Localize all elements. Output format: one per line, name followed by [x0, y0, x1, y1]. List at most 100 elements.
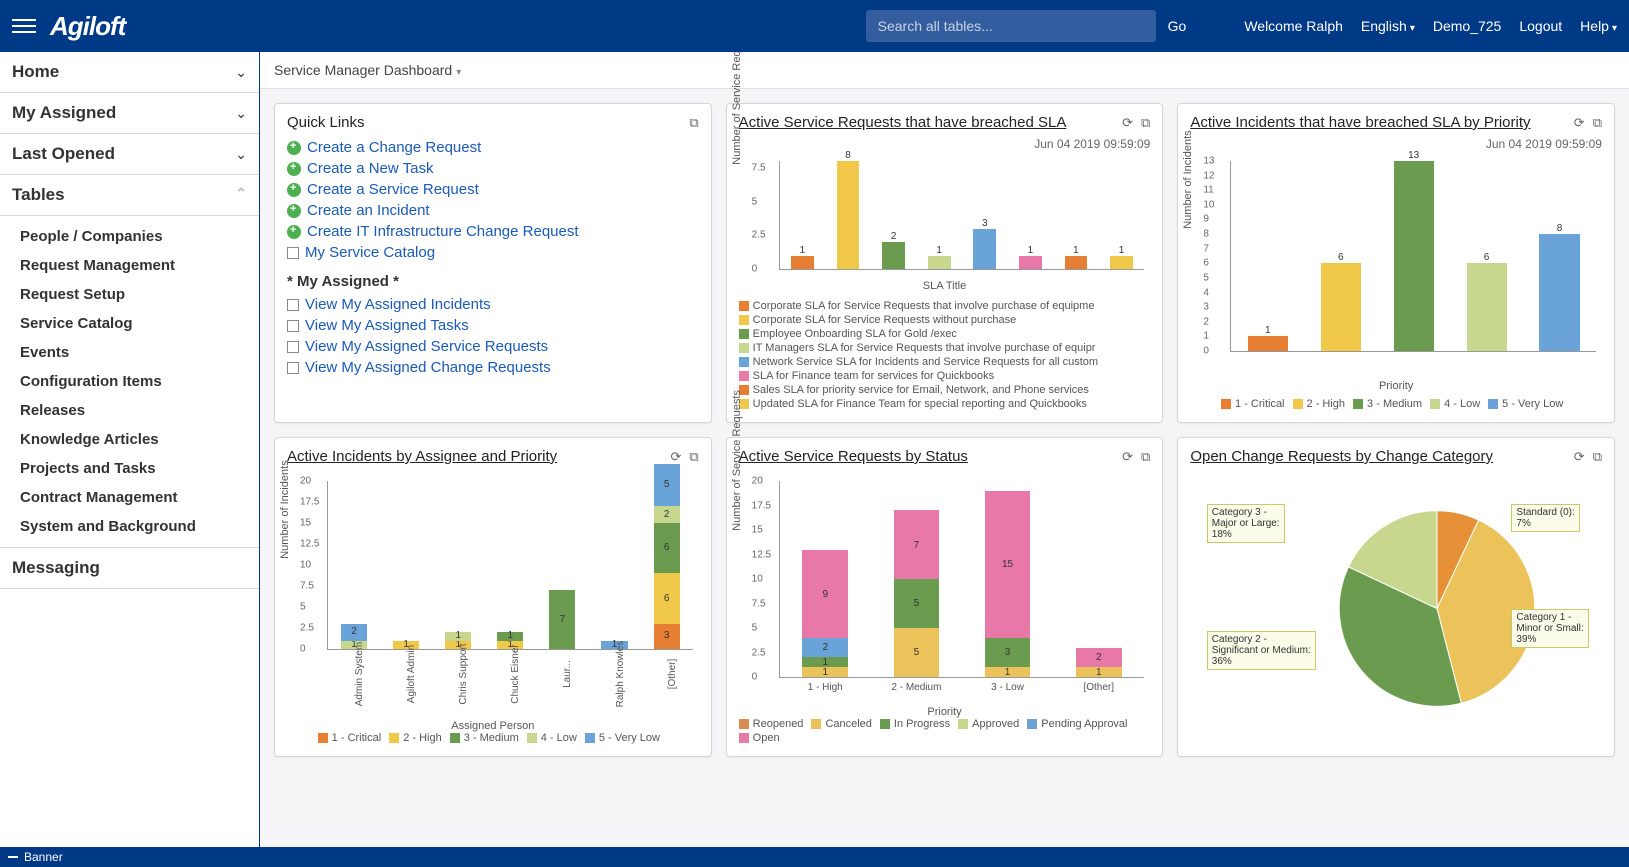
plus-icon [287, 225, 301, 239]
sidebar-section-last-opened[interactable]: Last Opened ⌄ [0, 134, 259, 175]
my-assigned-heading: * My Assigned * [287, 273, 699, 290]
chevron-down-icon: ⌄ [235, 146, 247, 163]
logout-link[interactable]: Logout [1519, 18, 1562, 34]
search-input[interactable] [866, 10, 1156, 42]
timestamp: Jun 04 2019 09:59:09 [739, 137, 1151, 151]
chevron-down-icon: ⌄ [235, 64, 247, 81]
sidebar-tables-list: People / CompaniesRequest ManagementRequ… [0, 216, 259, 547]
sidebar-item[interactable]: Contract Management [0, 483, 259, 512]
card-title: Quick Links [287, 114, 365, 131]
y-axis-label: Number of Service Requests [731, 390, 743, 531]
sidebar-section-assigned[interactable]: My Assigned⌄ [0, 93, 259, 134]
y-axis-label: Number of Incidents [1182, 130, 1194, 228]
plus-icon [287, 162, 301, 176]
footer-banner: Banner [0, 847, 1629, 867]
document-icon [287, 299, 299, 311]
chevron-down-icon: ⌄ [235, 105, 247, 122]
language-menu[interactable]: English [1361, 18, 1415, 34]
quick-link-assigned[interactable]: View My Assigned Service Requests [287, 336, 699, 357]
x-axis-label: SLA Title [739, 280, 1151, 292]
quick-link-create[interactable]: Create a Change Request [287, 137, 699, 158]
sidebar-item[interactable]: Request Setup [0, 280, 259, 309]
refresh-icon[interactable]: ⟳ [1574, 449, 1585, 465]
chart-legend: 1 - Critical2 - High3 - Medium4 - Low5 -… [1190, 398, 1602, 412]
card-title[interactable]: Active Incidents that have breached SLA … [1190, 114, 1530, 131]
document-icon [287, 247, 299, 259]
card-title[interactable]: Open Change Requests by Change Category [1190, 448, 1493, 465]
plus-icon [287, 204, 301, 218]
help-menu[interactable]: Help [1580, 18, 1617, 34]
quick-link-create[interactable]: Create a New Task [287, 158, 699, 179]
card-title[interactable]: Active Incidents by Assignee and Priorit… [287, 448, 557, 465]
refresh-icon[interactable]: ⟳ [1122, 115, 1133, 131]
sidebar-item[interactable]: System and Background [0, 512, 259, 541]
link-label: My Service Catalog [305, 244, 435, 261]
refresh-icon[interactable]: ⟳ [1122, 449, 1133, 465]
sidebar-section-home[interactable]: Home ⌄ [0, 52, 259, 93]
plus-icon [287, 183, 301, 197]
sidebar-section-label: Last Opened [12, 144, 115, 164]
card-title[interactable]: Active Service Requests that have breach… [739, 114, 1067, 131]
document-icon [287, 341, 299, 353]
document-icon [287, 320, 299, 332]
sidebar-tables-heading[interactable]: Tables⌃ [0, 175, 259, 216]
x-axis-label: Priority [1190, 380, 1602, 392]
sidebar-item[interactable]: People / Companies [0, 222, 259, 251]
sidebar-item[interactable]: Releases [0, 396, 259, 425]
demo-link[interactable]: Demo_725 [1433, 18, 1502, 34]
quick-link-assigned[interactable]: View My Assigned Tasks [287, 315, 699, 336]
go-button[interactable]: Go [1168, 18, 1187, 34]
card-requests-status: Active Service Requests by Status ⟳⧉ Num… [726, 437, 1164, 757]
link-label: Create a Service Request [307, 181, 479, 198]
link-label: Create a New Task [307, 160, 433, 177]
pie-slice-label: Category 1 -Minor or Small:39% [1511, 609, 1588, 648]
quick-link-create[interactable]: Create IT Infrastructure Change Request [287, 221, 699, 242]
logo: Agiloft [50, 11, 125, 42]
quick-link-create[interactable]: Create a Service Request [287, 179, 699, 200]
pie-slice-label: Category 2 -Significant or Medium:36% [1207, 631, 1316, 670]
popout-icon[interactable]: ⧉ [1141, 115, 1150, 131]
quick-link-create[interactable]: Create an Incident [287, 200, 699, 221]
pie-slice-label: Category 3 -Major or Large:18% [1207, 504, 1285, 543]
minimize-icon[interactable] [8, 856, 18, 858]
menu-icon[interactable] [12, 14, 36, 38]
sidebar-item[interactable]: Knowledge Articles [0, 425, 259, 454]
sidebar-section-label: Home [12, 62, 59, 82]
sidebar-item[interactable]: Service Catalog [0, 309, 259, 338]
sidebar-item[interactable]: Events [0, 338, 259, 367]
document-icon [287, 362, 299, 374]
link-my-service-catalog[interactable]: My Service Catalog [287, 242, 699, 263]
sidebar-messaging[interactable]: Messaging [0, 547, 259, 589]
sidebar-item[interactable]: Configuration Items [0, 367, 259, 396]
chart-legend: 1 - Critical2 - High3 - Medium4 - Low5 -… [287, 732, 699, 746]
popout-icon[interactable]: ⧉ [1593, 449, 1602, 465]
card-incidents-priority: Active Incidents that have breached SLA … [1177, 103, 1615, 423]
link-label: View My Assigned Tasks [305, 317, 469, 334]
footer-label: Banner [24, 850, 63, 864]
sidebar-heading-label: Messaging [12, 558, 100, 578]
main-content: Service Manager Dashboard Quick Links ⧉ … [260, 52, 1629, 847]
popout-icon[interactable]: ⧉ [1141, 449, 1150, 465]
refresh-icon[interactable]: ⟳ [1574, 115, 1585, 131]
card-quick-links: Quick Links ⧉ Create a Change Request Cre… [274, 103, 712, 423]
sidebar-item[interactable]: Request Management [0, 251, 259, 280]
popout-icon[interactable]: ⧉ [1593, 115, 1602, 131]
popout-icon[interactable]: ⧉ [689, 449, 698, 465]
x-axis-label: Priority [739, 706, 1151, 718]
link-label: Create an Incident [307, 202, 430, 219]
card-change-requests: Open Change Requests by Change Category … [1177, 437, 1615, 757]
sidebar-item[interactable]: Projects and Tasks [0, 454, 259, 483]
dashboard-title-dropdown[interactable]: Service Manager Dashboard [260, 52, 1629, 89]
refresh-icon[interactable]: ⟳ [670, 449, 681, 465]
quick-link-assigned[interactable]: View My Assigned Change Requests [287, 357, 699, 378]
y-axis-label: Number of Incidents [279, 460, 291, 558]
y-axis-label: Number of Service Reque [731, 52, 743, 164]
sidebar-heading-label: Tables [12, 185, 65, 205]
quick-link-assigned[interactable]: View My Assigned Incidents [287, 294, 699, 315]
sidebar: Home⌄ My Assigned⌄ Last Opened⌄ Tables⌃ … [0, 52, 260, 847]
card-title[interactable]: Active Service Requests by Status [739, 448, 968, 465]
pie-slice-label: Standard (0):7% [1511, 504, 1579, 532]
link-label: Create IT Infrastructure Change Request [307, 223, 579, 240]
link-label: View My Assigned Incidents [305, 296, 491, 313]
popout-icon[interactable]: ⧉ [689, 115, 698, 131]
